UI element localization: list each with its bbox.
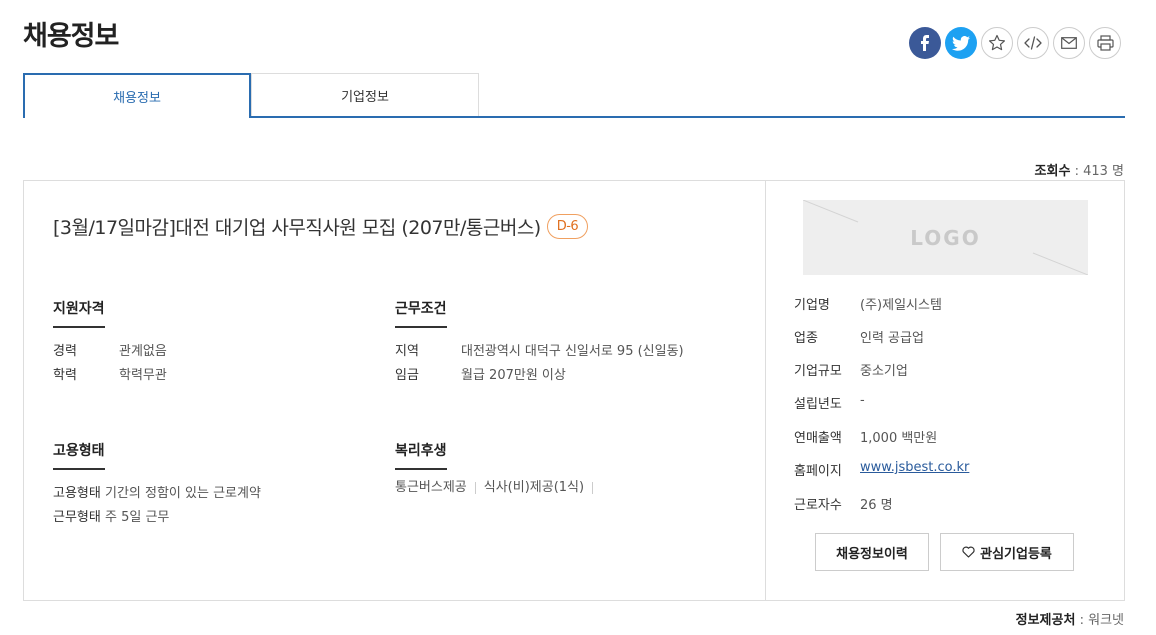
row-key: 고용형태 <box>53 486 101 501</box>
info-key: 홈페이지 <box>794 464 842 479</box>
embed-button[interactable] <box>1017 27 1049 59</box>
info-key: 연매출액 <box>794 431 842 446</box>
welfare-list: 통근버스제공 식사(비)제공(1식) <box>395 481 601 494</box>
info-value: 26 명 <box>860 498 893 513</box>
info-value: 중소기업 <box>860 364 908 379</box>
job-card: [3월/17일마감]대전 대기업 사무직사원 모집 (207만/통근버스) D-… <box>23 180 1125 601</box>
row-key: 학력 <box>53 368 77 383</box>
job-title-text: [3월/17일마감]대전 대기업 사무직사원 모집 (207만/통근버스) <box>53 217 541 239</box>
info-key: 설립년도 <box>794 397 842 412</box>
twitter-icon <box>952 35 970 51</box>
view-count-label: 조회수 <box>1034 164 1071 179</box>
info-key: 기업명 <box>794 298 830 313</box>
company-info-row: 기업명 (주)제일시스템 <box>794 294 942 313</box>
tab-job-info[interactable]: 채용정보 <box>23 73 251 118</box>
info-source: 정보제공처 : 워크넷 <box>1016 609 1124 628</box>
info-key: 근로자수 <box>794 498 842 513</box>
facebook-icon <box>921 35 929 51</box>
dday-badge: D-6 <box>546 214 589 239</box>
print-button[interactable] <box>1089 27 1121 59</box>
heart-icon <box>962 546 975 558</box>
row-key: 근무형태 <box>53 510 101 525</box>
company-logo: LOGO <box>803 200 1088 275</box>
twitter-share-button[interactable] <box>945 27 977 59</box>
job-history-button[interactable]: 채용정보이력 <box>815 533 929 571</box>
star-icon <box>989 34 1005 51</box>
view-count-value: 413 명 <box>1083 164 1124 179</box>
info-value: (주)제일시스템 <box>860 298 942 313</box>
info-value: 인력 공급업 <box>860 331 924 346</box>
row-value: 대전광역시 대덕구 신일서로 95 (신일동) <box>461 344 684 359</box>
conditions-row: 임금 월급 207만원 이상 <box>395 364 566 383</box>
row-value: 학력무관 <box>119 368 167 383</box>
code-icon <box>1024 36 1042 50</box>
print-icon <box>1096 35 1114 51</box>
welfare-item: 식사(비)제공(1식) <box>484 481 594 494</box>
employment-heading: 고용형태 <box>53 440 105 470</box>
conditions-row: 지역 대전광역시 대덕구 신일서로 95 (신일동) <box>395 340 684 359</box>
qualification-heading: 지원자격 <box>53 298 105 328</box>
mail-button[interactable] <box>1053 27 1085 59</box>
conditions-heading: 근무조건 <box>395 298 447 328</box>
info-source-value: 워크넷 <box>1088 613 1124 628</box>
info-value: - <box>860 393 865 408</box>
company-info-row: 연매출액 1,000 백만원 <box>794 427 937 446</box>
favorite-company-button[interactable]: 관심기업등록 <box>940 533 1074 571</box>
job-title: [3월/17일마감]대전 대기업 사무직사원 모집 (207만/통근버스) D-… <box>53 213 589 240</box>
row-value: 관계없음 <box>119 344 167 359</box>
company-info-row: 기업규모 중소기업 <box>794 360 908 379</box>
facebook-share-button[interactable] <box>909 27 941 59</box>
company-info-row: 설립년도 - <box>794 393 865 412</box>
row-key: 지역 <box>395 344 419 359</box>
info-key: 기업규모 <box>794 364 842 379</box>
company-info-row: 홈페이지 www.jsbest.co.kr <box>794 460 969 479</box>
info-source-label: 정보제공처 <box>1015 613 1076 628</box>
tab-bar: 채용정보 기업정보 <box>23 73 1125 118</box>
mail-icon <box>1061 37 1077 49</box>
info-value: 1,000 백만원 <box>860 431 938 446</box>
tab-company-info[interactable]: 기업정보 <box>251 73 479 116</box>
company-info-row: 업종 인력 공급업 <box>794 327 924 346</box>
page-title: 채용정보 <box>23 21 119 52</box>
bookmark-button[interactable] <box>981 27 1013 59</box>
logo-text: LOGO <box>910 226 981 250</box>
info-key: 업종 <box>794 331 818 346</box>
welfare-heading: 복리후생 <box>395 440 447 470</box>
qualification-row: 학력 학력무관 <box>53 364 167 383</box>
row-value: 기간의 정함이 있는 근로계약 <box>105 486 261 501</box>
qualification-row: 경력 관계없음 <box>53 340 167 359</box>
employment-row: 근무형태 주 5일 근무 <box>53 506 169 525</box>
employment-row: 고용형태 기간의 정함이 있는 근로계약 <box>53 482 261 501</box>
info-source-separator: : <box>1075 613 1089 628</box>
row-value: 주 5일 근무 <box>105 510 170 525</box>
company-info-row: 근로자수 26 명 <box>794 494 893 513</box>
view-count-separator: : <box>1070 164 1084 179</box>
homepage-link[interactable]: www.jsbest.co.kr <box>860 460 969 479</box>
card-divider <box>765 181 766 600</box>
row-value: 월급 207만원 이상 <box>461 368 566 383</box>
view-count: 조회수 : 413 명 <box>1035 160 1124 179</box>
welfare-item: 통근버스제공 <box>395 481 476 494</box>
row-key: 경력 <box>53 344 77 359</box>
favorite-company-label: 관심기업등록 <box>980 546 1052 562</box>
row-key: 임금 <box>395 368 419 383</box>
share-bar <box>909 27 1121 59</box>
